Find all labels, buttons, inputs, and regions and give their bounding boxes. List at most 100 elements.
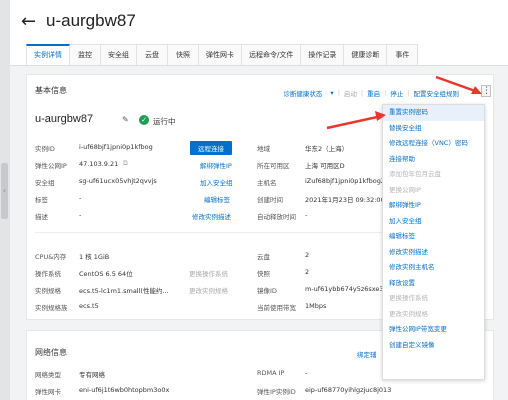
tab-snapshots[interactable]: 快照	[167, 44, 199, 65]
value-zone: 上海 可用区D	[305, 162, 345, 170]
label-bandwidth: 当前使用带宽	[257, 304, 296, 312]
unbind-eip-link[interactable]: 解绑弹性IP	[200, 160, 232, 170]
menu-item-replace-sg[interactable]: 替换安全组	[383, 121, 484, 137]
menu-item-edit-description[interactable]: 修改实例描述	[383, 245, 484, 261]
value-instance-id: i-uf68bjf1jpni0p1kfbog	[79, 143, 153, 151]
label-auto-release: 自动释放时间	[257, 213, 296, 221]
restart-button[interactable]: 重启	[363, 88, 384, 98]
section-title-basic: 基本信息	[35, 86, 67, 95]
tab-security-groups[interactable]: 安全组	[100, 44, 137, 65]
value-cpu-memory: 1 核 1GiB	[79, 253, 110, 261]
edit-tags-link[interactable]: 编辑标签	[204, 194, 230, 204]
label-os: 操作系统	[35, 270, 61, 278]
value-created-time: 2021年1月23日 09:32:00	[305, 196, 385, 204]
tab-events[interactable]: 事件	[386, 44, 419, 65]
label-disks: 云盘	[257, 253, 270, 261]
label-instance-id: 实例ID	[35, 145, 55, 153]
copy-icon[interactable]: ⧉	[123, 159, 128, 168]
status-text: 运行中	[153, 117, 176, 126]
label-cpu-memory: CPU&内存	[35, 253, 67, 261]
label-instance-spec: 实例规格	[35, 287, 61, 295]
stop-button[interactable]: 停止	[386, 88, 407, 98]
page-header: ← u-aurgbw87	[10, 0, 508, 44]
value-eip-instance-id: eip-uf68770yihlgzjuc8j013	[305, 386, 392, 394]
join-sg-link[interactable]: 加入安全组	[200, 177, 233, 187]
value-hostname: iZuf68bjf1jpni0p1kfbogZ	[305, 177, 386, 185]
page-title: u-aurgbw87	[46, 11, 136, 30]
value-bandwidth: 1Mbps	[305, 302, 327, 310]
value-snapshots: 2	[305, 268, 310, 276]
value-region: 华东2（上海）	[305, 145, 349, 153]
tab-instance-details[interactable]: 实例详情	[26, 44, 70, 65]
more-menu-icon[interactable]: ⋮	[481, 85, 491, 97]
change-os-link[interactable]: 更换操作系统	[189, 268, 228, 278]
value-auto-release: -	[305, 211, 308, 219]
label-created-time: 创建时间	[257, 196, 283, 204]
tab-remote-commands[interactable]: 远程命令/文件	[241, 44, 302, 65]
menu-item-add-disk[interactable]: 添加包年包月云盘	[383, 167, 484, 183]
section-title-network: 网络信息	[35, 348, 67, 357]
menu-item-join-sg[interactable]: 加入安全组	[383, 214, 484, 230]
value-spec-family: ecs.t5	[79, 302, 99, 310]
instance-toolbar: 诊断健康状态 ▾ | 启动 | 重启 | 停止 | 配置安全组规则	[279, 88, 463, 98]
value-eip: 47.103.9.21	[79, 160, 119, 168]
left-rail: ‹	[0, 0, 10, 400]
menu-item-connect-help[interactable]: 连接帮助	[383, 152, 484, 168]
bind-secondary-link[interactable]: 绑定辅	[357, 349, 377, 359]
instance-name: u-aurgbw87	[35, 113, 94, 125]
menu-item-edit-hostname[interactable]: 修改实例主机名	[383, 260, 484, 276]
menu-item-unbind-eip[interactable]: 解绑弹性IP	[383, 198, 484, 214]
value-os: CentOS 6.5 64位	[79, 270, 133, 278]
menu-item-eip-bandwidth[interactable]: 弹性公网IP带宽变更	[383, 322, 484, 338]
tab-health-diagnosis[interactable]: 健康诊断	[343, 44, 388, 65]
value-instance-spec: ecs.t5-lc1m1.small(性能约...	[79, 287, 169, 295]
sg-rules-button[interactable]: 配置安全组规则	[410, 88, 464, 98]
running-status-icon: ✓	[139, 115, 149, 125]
value-security-group: sg-uf61ucx05vhjt2qvvjs	[79, 177, 157, 185]
collapse-handle[interactable]: ‹	[1, 163, 8, 219]
tab-bar: 实例详情 监控 安全组 云盘 快照 弹性网卡 远程命令/文件 操作记录 健康诊断…	[10, 44, 508, 66]
back-arrow-icon[interactable]: ←	[21, 12, 36, 32]
label-snapshots: 快照	[257, 270, 270, 278]
menu-item-change-public-ip[interactable]: 更换公网IP	[383, 183, 484, 199]
menu-item-create-image[interactable]: 创建自定义镜像	[383, 338, 484, 354]
diagnose-health-link[interactable]: 诊断健康状态	[279, 88, 326, 98]
menu-item-release-settings[interactable]: 释放设置	[383, 276, 484, 292]
value-network-type: 专有网络	[79, 371, 105, 379]
tab-operation-logs[interactable]: 操作记录	[300, 44, 345, 65]
more-actions-dropdown: 重置实例密码 替换安全组 修改远程连接（VNC）密码 连接帮助 添加包年包月云盘…	[382, 104, 485, 380]
value-image-id: m-uf61ybb674y5z6sxe32	[305, 285, 388, 293]
tab-disks[interactable]: 云盘	[136, 44, 168, 65]
value-description: -	[79, 211, 82, 219]
value-rdma-ip: -	[305, 369, 308, 377]
edit-description-link[interactable]: 修改实例描述	[192, 211, 231, 221]
label-image-id: 镜像ID	[257, 287, 277, 295]
edit-name-icon[interactable]: ✎	[122, 115, 129, 124]
diagnose-chevron-icon[interactable]: ▾	[326, 89, 337, 97]
label-spec-family: 实例规格族	[35, 304, 68, 312]
change-spec-link[interactable]: 更改实例规格	[189, 285, 228, 295]
value-eni: eni-uf6j1t6wb0htopbm3o0x	[79, 386, 170, 394]
tab-eni[interactable]: 弹性网卡	[198, 44, 242, 65]
label-network-type: 网络类型	[35, 371, 61, 379]
value-disks: 2	[305, 251, 310, 259]
label-rdma-ip: RDMA IP	[257, 369, 285, 377]
menu-item-reset-password[interactable]: 重置实例密码	[383, 105, 484, 121]
label-description: 描述	[35, 213, 48, 221]
menu-item-vnc-password[interactable]: 修改远程连接（VNC）密码	[383, 136, 484, 152]
label-eip-instance-id: 弹性IP实例ID	[257, 388, 296, 396]
value-tags: -	[79, 194, 82, 202]
label-region: 地域	[257, 145, 270, 153]
label-security-group: 安全组	[35, 179, 55, 187]
menu-item-change-os[interactable]: 更换操作系统	[383, 291, 484, 307]
menu-item-edit-tags[interactable]: 编辑标签	[383, 229, 484, 245]
start-button[interactable]: 启动	[340, 88, 361, 98]
label-zone: 所在可用区	[257, 162, 290, 170]
label-tags: 标签	[35, 196, 48, 204]
label-eip: 弹性公网IP	[35, 162, 67, 170]
tab-monitoring[interactable]: 监控	[69, 44, 101, 65]
label-eni: 弹性网卡	[35, 388, 61, 396]
remote-connect-button[interactable]: 远程连接	[190, 141, 232, 155]
label-hostname: 主机名	[257, 179, 277, 187]
menu-item-change-spec[interactable]: 更改实例规格	[383, 307, 484, 323]
